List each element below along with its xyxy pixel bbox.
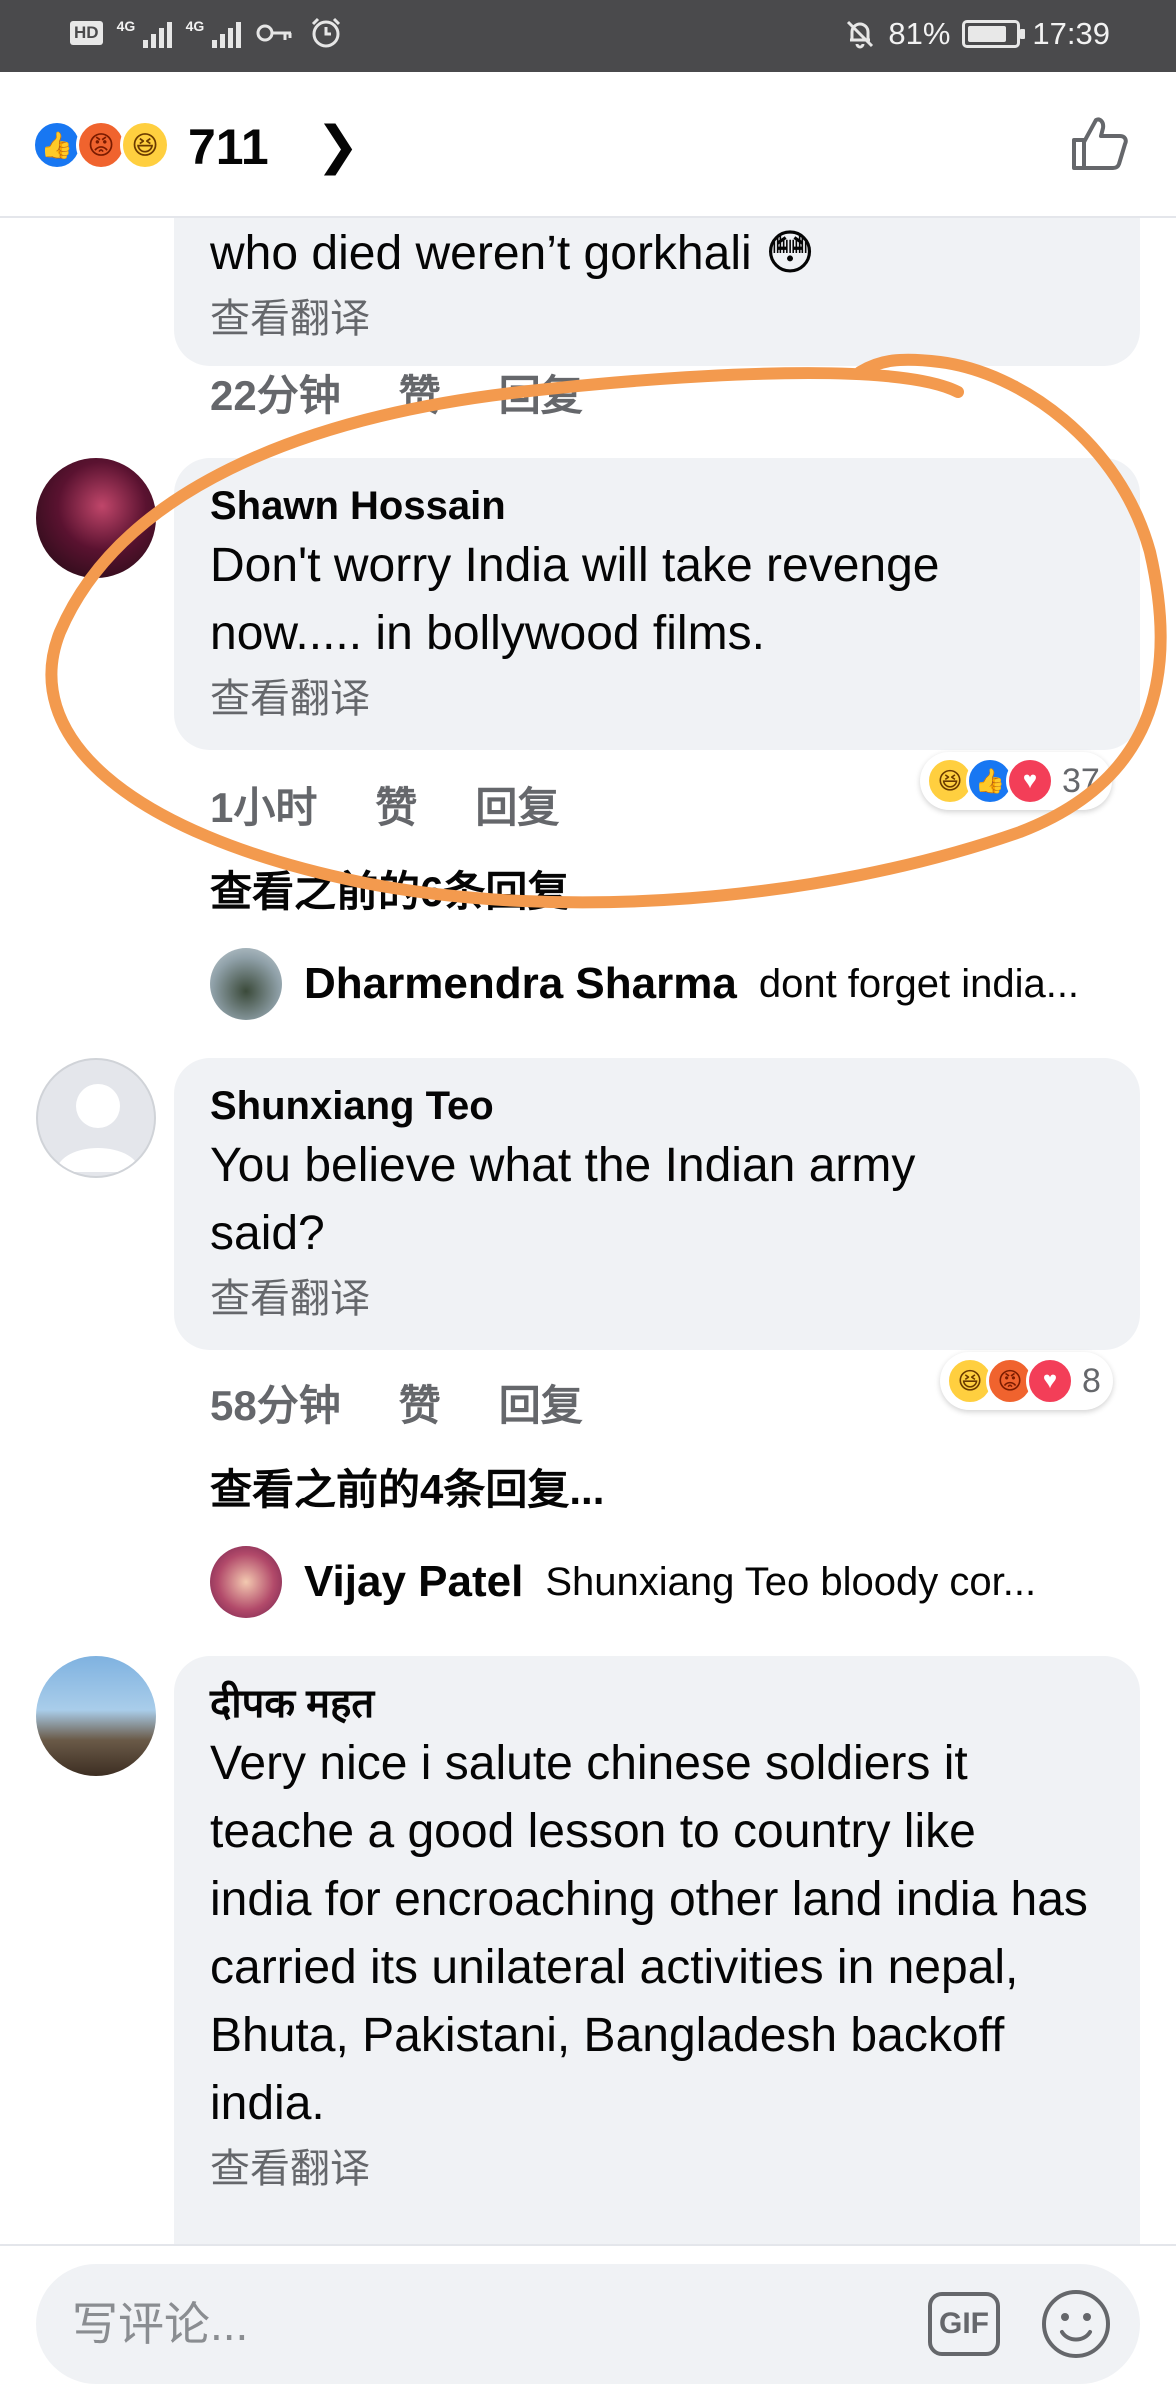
reply-preview[interactable]: Dharmendra Sharma dont forget india... [210,948,1140,1020]
reply-author: Vijay Patel [304,1557,524,1606]
love-reaction-icon: ♥ [1006,757,1054,805]
comment-time: 1小时 [210,784,318,831]
see-translation-link[interactable]: 查看翻译 [210,1270,1104,1328]
avatar[interactable] [36,1656,156,1776]
comment-text: who died weren’t gorkhali 😳 [210,227,816,280]
comment-meta: 22分钟 赞 回复 [210,362,583,423]
comment-meta: 1小时 赞 回复 [210,774,559,835]
thumbs-up-icon[interactable] [1068,112,1130,174]
smiley-icon[interactable] [1038,2286,1114,2362]
reply-avatar [210,1546,282,1618]
view-previous-replies[interactable]: 查看之前的6条回复... [210,858,604,919]
see-translation-link[interactable]: 查看翻译 [210,670,1104,728]
comment-time: 58分钟 [210,1382,341,1429]
see-translation-link[interactable]: 查看翻译 [210,290,1104,348]
reply-link[interactable]: 回复 [499,362,583,423]
reply-text: Shunxiang Teo bloody cor... [545,1559,1037,1604]
hd-badge: HD [70,21,103,45]
avatar[interactable] [36,1058,156,1178]
like-link[interactable]: 赞 [399,1372,441,1433]
like-link[interactable]: 赞 [375,774,417,835]
commenter-name[interactable]: Shunxiang Teo [210,1080,1104,1132]
comment-composer[interactable]: GIF [36,2264,1140,2384]
comment-reactions[interactable]: 😆 😡 ♥ 8 [940,1352,1113,1410]
reply-link[interactable]: 回复 [475,774,559,835]
comment-time: 22分钟 [210,372,341,419]
battery-icon [962,20,1026,48]
mute-bell-icon [847,20,874,49]
reply-preview[interactable]: Vijay Patel Shunxiang Teo bloody cor... [210,1546,1140,1618]
signal-icon-2: 4G [186,18,241,48]
reply-author: Dharmendra Sharma [304,959,737,1008]
comment-reactions[interactable]: 😆 👍 ♥ 37 [920,752,1112,810]
reaction-count: 37 [1062,761,1100,800]
comment-text: You believe what the Indian army said? [210,1139,916,1260]
signal-icon: 4G [117,18,172,48]
reply-avatar [210,948,282,1020]
reaction-stack: 👍 😡 😆 [32,120,170,170]
reaction-total: 711 [188,119,269,175]
alarm-icon [311,17,340,48]
like-link[interactable]: 赞 [399,362,441,423]
status-left: HD 4G 4G [70,16,343,50]
commenter-name[interactable]: दीपक महत [210,1678,1104,1730]
comment-meta: 58分钟 赞 回复 [210,1372,583,1433]
status-right: 81% 17:39 [844,16,1110,52]
reactions-header[interactable]: 👍 😡 😆 711 ❯ [0,72,1176,218]
like-reaction-icon: 👍 [32,120,82,170]
default-avatar-icon [56,1084,140,1172]
reaction-count: 8 [1082,1361,1101,1400]
avatar[interactable] [36,458,156,578]
comment-bubble[interactable]: Shunxiang Teo You believe what the India… [174,1058,1140,1350]
gif-icon[interactable]: GIF [928,2292,1000,2356]
angry-reaction-icon: 😡 [76,120,126,170]
comment-text: Don't worry India will take revenge now.… [210,539,940,660]
chevron-right-icon[interactable]: ❯ [316,116,360,176]
see-translation-link[interactable]: 查看翻译 [210,2140,1104,2198]
comment-text: Very nice i salute chinese soldiers it t… [210,1737,1088,2130]
love-reaction-icon: ♥ [1026,1357,1074,1405]
comment-input[interactable] [72,2292,892,2356]
commenter-name[interactable]: Shawn Hossain [210,480,1104,532]
reply-text: dont forget india... [758,961,1080,1006]
key-icon [256,24,292,42]
comments-sheet: 👍 😡 😆 711 ❯ who died weren’t gorkhali 😳 … [0,72,1176,2400]
view-previous-replies[interactable]: 查看之前的4条回复... [210,1456,604,1517]
reply-link[interactable]: 回复 [499,1372,583,1433]
battery-percent: 81% [888,16,951,51]
comment-bubble[interactable]: Shawn Hossain Don't worry India will tak… [174,458,1140,750]
clock: 17:39 [1032,16,1110,51]
haha-reaction-icon: 😆 [120,120,170,170]
status-bar: HD 4G 4G 81% 17:39 [0,0,1176,72]
composer-bar: GIF [0,2244,1176,2400]
